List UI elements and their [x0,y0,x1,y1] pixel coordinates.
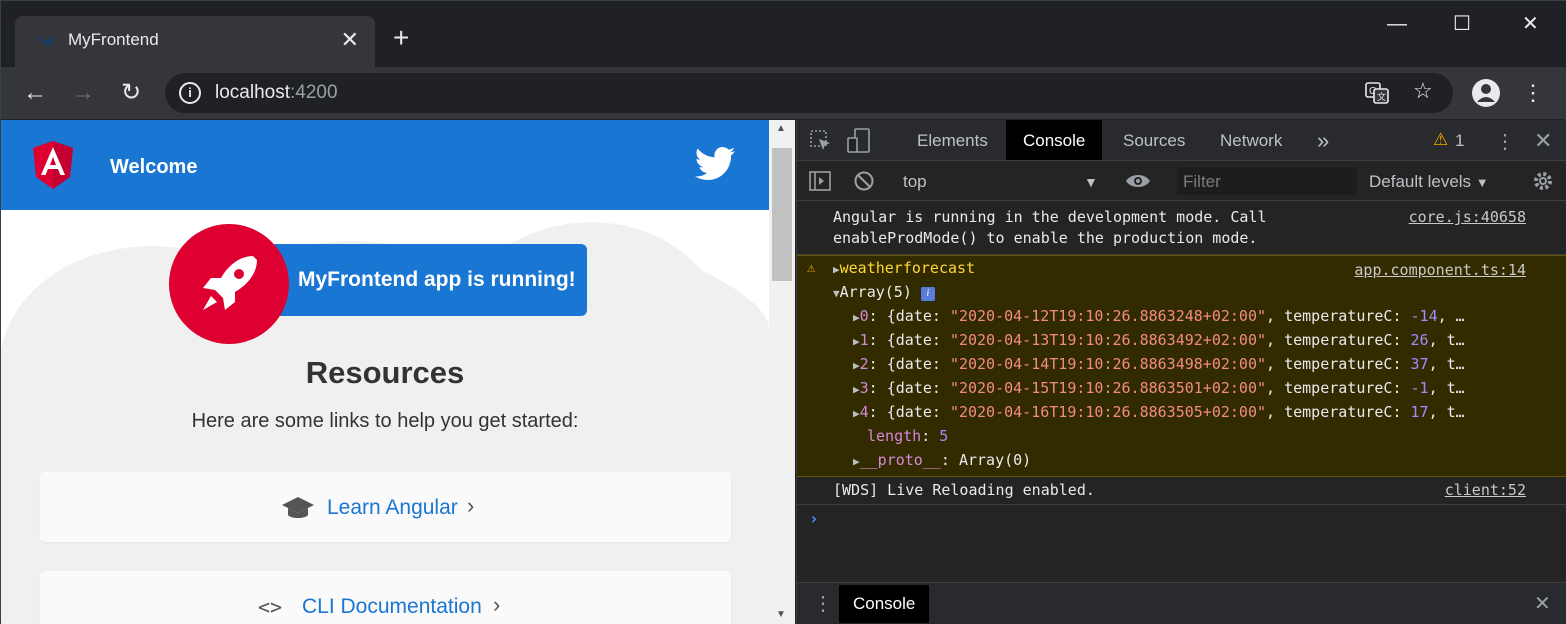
source-link-core[interactable]: core.js:40658 [1409,207,1526,228]
browser-window: MyFrontend ✕ + — ☐ ✕ ← → ↻ i localhost:4… [0,0,1566,624]
devtools-tab-bar: Elements Console Sources Network » ⚠ 1 ⋮… [797,120,1566,161]
tab-network[interactable]: Network [1203,120,1299,160]
rocket-badge [169,224,289,344]
scrollbar-thumb[interactable] [772,148,792,281]
tab-elements[interactable]: Elements [900,120,1005,160]
devmode-line1: Angular is running in the development mo… [833,208,1267,226]
header-title: Welcome [110,156,198,178]
tab-strip: MyFrontend ✕ + — ☐ ✕ [1,1,1566,67]
devmode-line2: enableProdMode() to enable the productio… [833,229,1258,247]
console-output: Angular is running in the development mo… [797,202,1566,582]
tab-close-icon[interactable]: ✕ [341,27,359,53]
resources-subtitle: Here are some links to help you get star… [191,410,579,432]
console-toolbar: top ▼ Filter Default levels ▼ [797,161,1566,201]
cli-documentation-card[interactable]: <> CLI Documentation › [40,571,731,624]
web-page: Welcome MyFrontend app is running! Resou… [1,120,769,624]
console-filter-input[interactable]: Filter [1177,167,1357,195]
app-running-card: MyFrontend app is running! [269,244,587,316]
browser-tab[interactable]: MyFrontend ✕ [15,16,375,67]
dropdown-arrow-icon[interactable]: ▼ [1084,174,1098,190]
twitter-icon[interactable] [695,147,735,181]
tab-title: MyFrontend [68,30,159,49]
array-item-0[interactable]: ▶0: {date: "2020-04-12T19:10:26.8863248+… [853,304,1465,330]
warning-count[interactable]: 1 [1455,131,1464,151]
forward-button[interactable]: → [69,79,97,107]
clear-console-icon[interactable] [853,170,875,192]
source-link-app-component[interactable]: app.component.ts:14 [1354,260,1526,281]
array-row[interactable]: ▼Array(5) i [833,280,935,306]
favicon-icon [36,35,55,47]
resources-heading: Resources [305,355,465,390]
chevron-right-icon: › [467,493,475,518]
live-expression-eye-icon[interactable] [1125,173,1151,189]
array-item-2[interactable]: ▶2: {date: "2020-04-14T19:10:26.8863498+… [853,352,1465,378]
console-settings-gear-icon[interactable] [1532,170,1554,192]
drawer-tab-console[interactable]: Console [839,585,930,623]
tab-console[interactable]: Console [1006,120,1103,160]
tab-sources[interactable]: Sources [1106,120,1202,160]
console-message-wds: [WDS] Live Reloading enabled. client:52 [797,477,1566,505]
site-info-icon[interactable]: i [179,82,201,104]
devtools-panel: Elements Console Sources Network » ⚠ 1 ⋮… [796,120,1566,624]
scroll-up-arrow-icon[interactable]: ▲ [776,123,786,134]
profile-avatar-icon[interactable] [1471,78,1501,108]
maximize-button[interactable]: ☐ [1453,11,1471,37]
array-length-row: length: 5 [867,427,949,445]
log-levels-dropdown[interactable]: Default levels ▼ [1369,172,1489,192]
browser-menu-icon[interactable]: ⋮ [1519,79,1547,107]
url-text[interactable]: localhost:4200 [215,82,338,104]
minimize-button[interactable]: — [1387,11,1407,37]
drawer-close-icon[interactable]: ✕ [1534,591,1551,616]
reload-button[interactable]: ↻ [117,79,145,107]
wds-text: [WDS] Live Reloading enabled. [833,481,1095,499]
array-proto-row[interactable]: ▶__proto__: Array(0) [853,448,1031,474]
inspect-element-icon[interactable] [810,130,832,152]
device-toolbar-icon[interactable] [847,128,871,154]
learn-angular-card[interactable]: Learn Angular › [40,472,731,542]
console-prompt-icon[interactable]: › [809,509,819,528]
warning-icon: ⚠ [807,260,816,276]
sidebar-toggle-icon[interactable] [809,170,831,192]
bookmark-star-icon[interactable]: ☆ [1413,80,1433,102]
devtools-menu-icon[interactable]: ⋮ [1495,129,1515,154]
context-selector[interactable]: top [903,172,927,192]
graduation-cap-icon [282,497,314,518]
more-tabs-button[interactable]: » [1317,128,1329,154]
page-scrollbar[interactable]: ▲ ▼ [769,120,795,624]
devtools-close-icon[interactable]: ✕ [1534,128,1552,154]
code-brackets-icon: <> [258,595,283,619]
angular-logo-icon [33,141,73,189]
svg-text:文: 文 [1377,91,1386,102]
app-header: Welcome [1,120,769,210]
scroll-down-arrow-icon[interactable]: ▼ [776,609,786,620]
info-badge-icon: i [920,287,935,301]
rocket-icon [203,256,257,310]
cli-documentation-link[interactable]: CLI Documentation [302,595,482,619]
learn-angular-link[interactable]: Learn Angular [327,496,458,520]
warning-row[interactable]: ▶weatherforecast [833,256,975,282]
warning-triangle-icon[interactable]: ⚠ [1433,130,1448,150]
source-link-client[interactable]: client:52 [1445,480,1526,501]
translate-icon[interactable]: G 文 [1365,82,1389,104]
chevron-right-icon: › [493,592,501,617]
drawer-menu-icon[interactable]: ⋮ [813,591,833,616]
address-bar[interactable]: i localhost:4200 G 文 ☆ [165,73,1453,113]
browser-toolbar: ← → ↻ i localhost:4200 G 文 ☆ ⋮ [1,67,1566,119]
back-button[interactable]: ← [21,79,49,107]
devtools-drawer: ⋮ Console ✕ [797,582,1566,624]
array-item-3[interactable]: ▶3: {date: "2020-04-15T19:10:26.8863501+… [853,376,1465,402]
close-window-button[interactable]: ✕ [1522,11,1539,37]
array-item-1[interactable]: ▶1: {date: "2020-04-13T19:10:26.8863492+… [853,328,1465,354]
console-message-devmode: Angular is running in the development mo… [797,202,1566,255]
array-item-4[interactable]: ▶4: {date: "2020-04-16T19:10:26.8863505+… [853,400,1465,426]
app-running-text: MyFrontend app is running! [298,268,576,291]
console-warning-weatherforecast: ⚠ ▶weatherforecast app.component.ts:14 ▼… [797,255,1566,477]
new-tab-button[interactable]: + [393,23,409,53]
